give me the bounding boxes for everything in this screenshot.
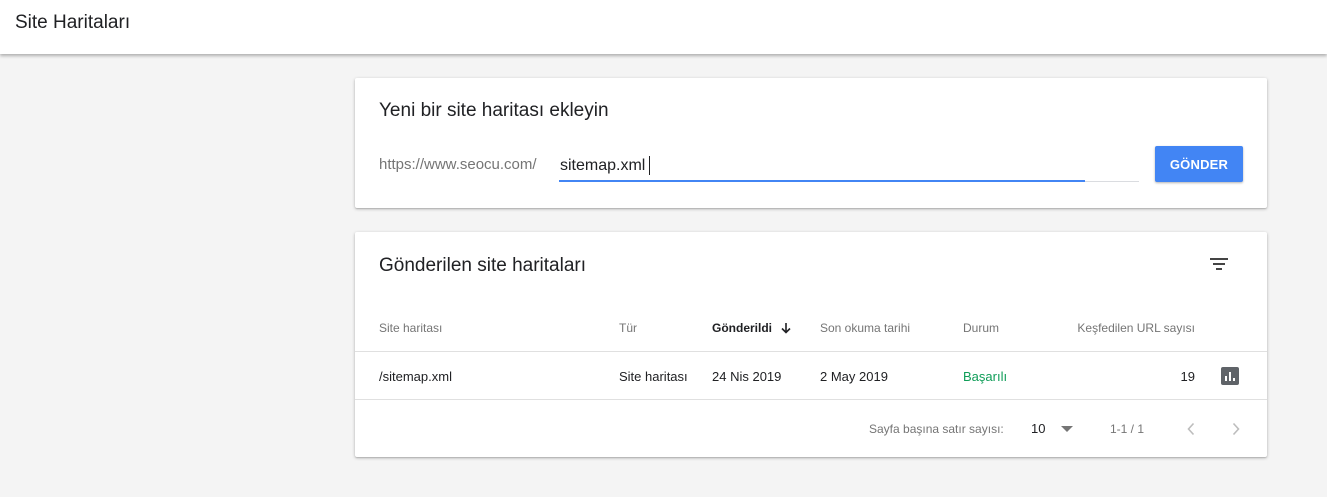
- column-header-sitemap[interactable]: Site haritası: [379, 304, 442, 351]
- add-sitemap-card: Yeni bir site haritası ekleyin https://w…: [355, 78, 1267, 208]
- filter-icon: [1210, 258, 1228, 270]
- sitemap-url-input[interactable]: [559, 152, 1139, 180]
- rows-per-page-select[interactable]: 10: [1025, 417, 1081, 441]
- rows-per-page-value: 10: [1031, 421, 1046, 436]
- input-focus-underline: [559, 180, 1085, 182]
- cell-status: Başarılı: [963, 368, 1008, 384]
- arrow-down-icon: [780, 322, 792, 334]
- cell-sitemap: /sitemap.xml: [379, 368, 452, 384]
- previous-page-button[interactable]: [1179, 415, 1203, 443]
- column-header-submitted[interactable]: Gönderildi: [712, 304, 792, 351]
- sitemap-input-wrapper: [559, 152, 1139, 182]
- column-header-type[interactable]: Tür: [619, 304, 637, 351]
- filter-button[interactable]: [1203, 248, 1235, 280]
- column-header-discovered-urls[interactable]: Keşfedilen URL sayısı: [1055, 304, 1195, 351]
- submitted-sitemaps-card: Gönderilen site haritaları Site haritası…: [355, 232, 1267, 457]
- table-row[interactable]: /sitemap.xml Site haritası 24 Nis 2019 2…: [355, 353, 1267, 400]
- chevron-right-icon: [1232, 422, 1240, 436]
- caret-down-icon: [1061, 426, 1073, 432]
- chevron-left-icon: [1187, 422, 1195, 436]
- column-header-status[interactable]: Durum: [963, 304, 999, 351]
- bar-chart-icon[interactable]: [1221, 367, 1239, 385]
- next-page-button[interactable]: [1224, 415, 1248, 443]
- column-header-last-read[interactable]: Son okuma tarihi: [820, 304, 910, 351]
- cell-submitted: 24 Nis 2019: [712, 368, 782, 384]
- column-header-submitted-label: Gönderildi: [712, 320, 772, 335]
- cell-type: Site haritası: [619, 368, 688, 384]
- rows-per-page-label: Sayfa başına satır sayısı:: [869, 422, 1004, 436]
- url-prefix: https://www.seocu.com/: [379, 156, 537, 173]
- page-title: Site Haritaları: [15, 12, 131, 33]
- cell-discovered-urls: 19: [1180, 368, 1195, 384]
- cell-last-read: 2 May 2019: [820, 368, 888, 384]
- submitted-sitemaps-heading: Gönderilen site haritaları: [379, 255, 586, 276]
- submit-button[interactable]: GÖNDER: [1155, 146, 1243, 182]
- top-app-bar: Site Haritaları: [0, 0, 1327, 54]
- pagination-range: 1-1 / 1: [1110, 422, 1145, 436]
- pagination: Sayfa başına satır sayısı: 10 1-1 / 1: [355, 401, 1267, 457]
- text-caret: [649, 156, 650, 175]
- table-header: Site haritası Tür Gönderildi Son okuma t…: [355, 304, 1267, 352]
- add-sitemap-heading: Yeni bir site haritası ekleyin: [379, 100, 609, 121]
